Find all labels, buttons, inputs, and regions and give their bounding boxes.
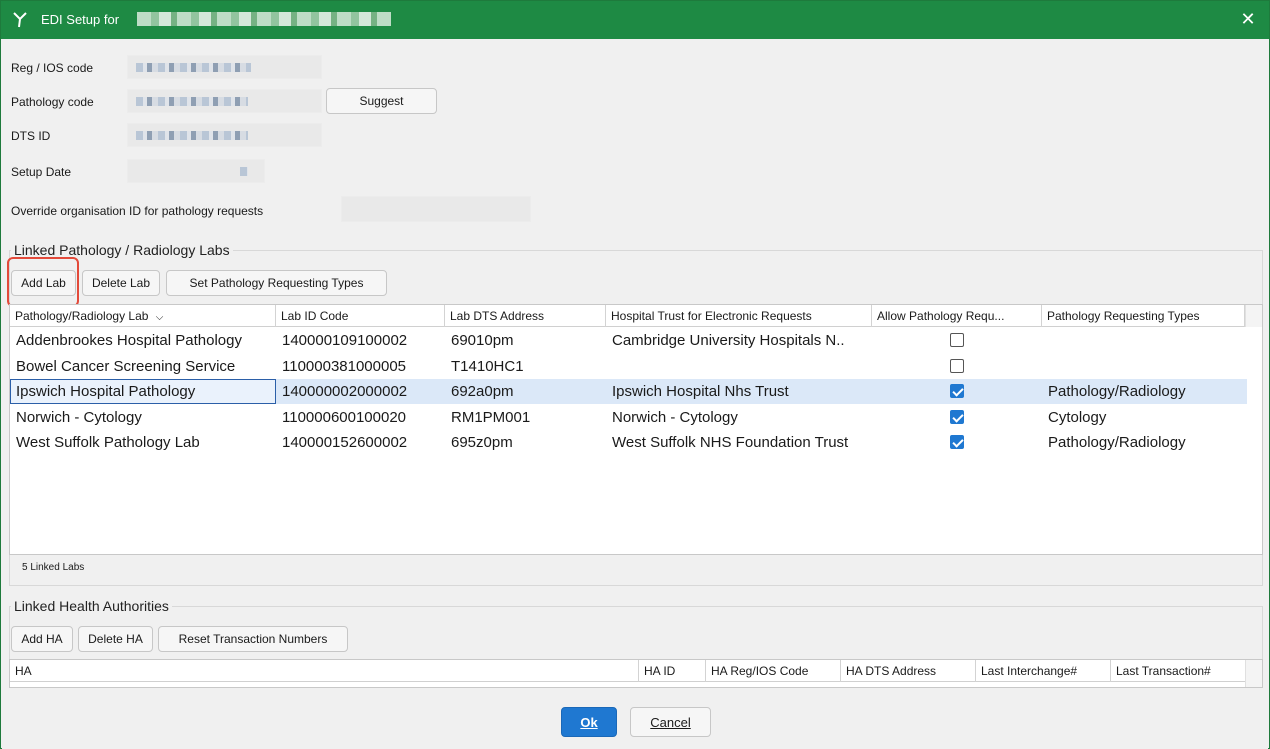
table-cell[interactable]: Pathology/Radiology xyxy=(1042,430,1245,455)
table-cell[interactable]: 692a0pm xyxy=(445,379,606,404)
dialog-body: Reg / IOS code Pathology code Suggest DT… xyxy=(2,39,1268,749)
table-row[interactable]: Ipswich Hospital Pathology 14000000200000… xyxy=(10,379,1247,404)
checkbox-checked-icon[interactable] xyxy=(950,435,964,449)
table-cell[interactable] xyxy=(606,354,872,379)
checkbox-unchecked-icon[interactable] xyxy=(950,333,964,347)
column-header[interactable]: Pathology/Radiology Lab ⌵ xyxy=(10,305,276,327)
linked-ha-title: Linked Health Authorities xyxy=(11,598,172,614)
checkbox-checked-icon[interactable] xyxy=(950,384,964,398)
allow-requests-cell[interactable] xyxy=(872,328,1042,353)
set-requesting-types-button[interactable]: Set Pathology Requesting Types xyxy=(166,270,387,296)
table-cell[interactable]: Bowel Cancer Screening Service xyxy=(10,354,276,379)
title-bar: EDI Setup for ✕ xyxy=(1,1,1269,39)
table-cell[interactable]: 140000152600002 xyxy=(276,430,445,455)
ha-scroll-corner xyxy=(1245,660,1262,687)
column-header[interactable]: Lab DTS Address xyxy=(445,305,606,327)
highlight-annotation xyxy=(7,257,79,307)
column-header[interactable]: Hospital Trust for Electronic Requests xyxy=(606,305,872,327)
table-cell[interactable]: T1410HC1 xyxy=(445,354,606,379)
checkbox-checked-icon[interactable] xyxy=(950,409,964,424)
column-header[interactable]: Lab ID Code xyxy=(276,305,445,327)
table-row[interactable]: West Suffolk Pathology Lab 14000015260000… xyxy=(10,430,1247,455)
ha-table-header: HA HA ID HA Reg/IOS Code HA DTS Address … xyxy=(10,660,1247,682)
allow-requests-cell[interactable] xyxy=(872,405,1042,430)
reg-ios-label: Reg / IOS code xyxy=(11,61,94,75)
table-cell[interactable]: West Suffolk Pathology Lab xyxy=(10,430,276,455)
table-cell[interactable]: Norwich - Cytology xyxy=(10,405,276,430)
table-cell[interactable]: 140000002000002 xyxy=(276,379,445,404)
delete-ha-button[interactable]: Delete HA xyxy=(78,626,153,652)
allow-requests-cell[interactable] xyxy=(872,430,1042,455)
table-cell[interactable]: Cytology xyxy=(1042,405,1245,430)
table-row[interactable]: Addenbrookes Hospital Pathology 140000109… xyxy=(10,328,1247,353)
column-header[interactable]: Allow Pathology Requ... xyxy=(872,305,1042,327)
labs-table-header: Pathology/Radiology Lab ⌵ Lab ID Code La… xyxy=(10,305,1245,327)
table-cell[interactable]: Addenbrookes Hospital Pathology xyxy=(10,328,276,353)
setup-date-label: Setup Date xyxy=(11,165,72,179)
linked-labs-title: Linked Pathology / Radiology Labs xyxy=(11,242,233,258)
column-header[interactable]: Last Interchange# xyxy=(976,660,1111,682)
allow-requests-cell[interactable] xyxy=(872,354,1042,379)
override-org-field[interactable] xyxy=(341,196,531,222)
table-cell[interactable]: West Suffolk NHS Foundation Trust xyxy=(606,430,872,455)
delete-lab-button[interactable]: Delete Lab xyxy=(82,270,160,296)
table-cell[interactable]: 110000600100020 xyxy=(276,405,445,430)
linked-labs-count: 5 Linked Labs xyxy=(22,562,85,573)
suggest-button[interactable]: Suggest xyxy=(326,88,437,114)
pathology-code-label: Pathology code xyxy=(11,95,94,109)
table-row[interactable]: Bowel Cancer Screening Service 1100003810… xyxy=(10,354,1247,379)
table-cell[interactable]: RM1PM001 xyxy=(445,405,606,430)
cancel-button[interactable]: Cancel xyxy=(630,707,711,737)
edi-setup-dialog: EDI Setup for ✕ Reg / IOS code Pathology… xyxy=(0,0,1270,749)
table-cell[interactable]: 69010pm xyxy=(445,328,606,353)
column-header[interactable]: Pathology Requesting Types xyxy=(1042,305,1245,327)
redacted-practice-name xyxy=(137,12,391,26)
column-header[interactable]: HA xyxy=(10,660,639,682)
checkbox-unchecked-icon[interactable] xyxy=(950,358,964,373)
table-cell[interactable]: Pathology/Radiology xyxy=(1042,379,1245,404)
column-header[interactable]: HA Reg/IOS Code xyxy=(706,660,841,682)
table-cell[interactable] xyxy=(1042,328,1245,353)
table-cell[interactable]: 140000109100002 xyxy=(276,328,445,353)
allow-requests-cell[interactable] xyxy=(872,379,1042,404)
reset-transaction-numbers-button[interactable]: Reset Transaction Numbers xyxy=(158,626,348,652)
table-cell[interactable] xyxy=(1042,354,1245,379)
reg-ios-field[interactable] xyxy=(127,55,322,79)
table-cell[interactable]: Cambridge University Hospitals N.. xyxy=(606,328,872,353)
column-header[interactable]: HA DTS Address xyxy=(841,660,976,682)
setup-date-field[interactable] xyxy=(127,159,265,183)
chevron-down-icon: ⌵ xyxy=(155,312,164,323)
table-cell[interactable]: 110000381000005 xyxy=(276,354,445,379)
table-cell[interactable]: 695z0pm xyxy=(445,430,606,455)
table-cell[interactable]: Ipswich Hospital Nhs Trust xyxy=(606,379,872,404)
override-org-label: Override organisation ID for pathology r… xyxy=(11,204,264,218)
column-header[interactable]: Last Transaction# xyxy=(1111,660,1247,682)
app-logo-icon xyxy=(13,12,27,28)
table-cell[interactable]: Norwich - Cytology xyxy=(606,405,872,430)
pathology-code-field[interactable] xyxy=(127,89,322,113)
header-scroll-corner xyxy=(1245,305,1262,327)
table-row[interactable]: Norwich - Cytology 110000600100020 RM1PM00… xyxy=(10,405,1247,430)
window-title: EDI Setup for xyxy=(41,12,120,27)
add-ha-button[interactable]: Add HA xyxy=(11,626,73,652)
dts-id-label: DTS ID xyxy=(11,129,51,143)
dts-id-field[interactable] xyxy=(127,123,322,147)
labs-table: Pathology/Radiology Lab ⌵ Lab ID Code La… xyxy=(9,304,1263,555)
column-header[interactable]: HA ID xyxy=(639,660,706,682)
table-cell[interactable]: Ipswich Hospital Pathology xyxy=(10,379,276,404)
close-icon[interactable]: ✕ xyxy=(1239,10,1257,28)
ha-table: HA HA ID HA Reg/IOS Code HA DTS Address … xyxy=(9,659,1263,688)
ok-button[interactable]: Ok xyxy=(561,707,617,737)
